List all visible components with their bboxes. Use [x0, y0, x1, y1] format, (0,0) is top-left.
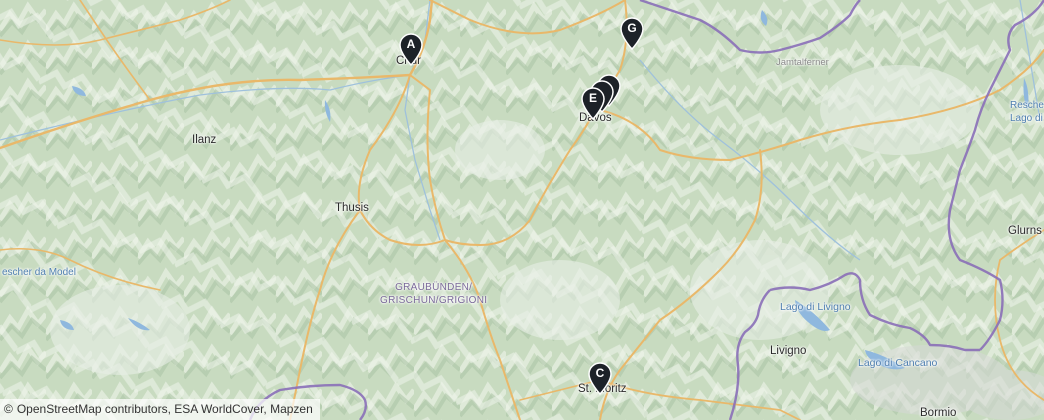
marker-label-c: C: [595, 366, 605, 380]
lake-label-cancano: Lago di Cancano: [858, 357, 938, 369]
reschen-line-2: Lago di: [1010, 112, 1043, 124]
place-label-thusis: Thusis: [335, 202, 369, 214]
map-marker-g[interactable]: G: [619, 17, 645, 51]
attribution-text[interactable]: OpenStreetMap contributors, ESA WorldCov…: [17, 402, 313, 416]
map-marker-a[interactable]: A: [398, 33, 424, 67]
map-view[interactable]: Chur Ilanz Thusis Davos St. Moritz Livig…: [0, 0, 1044, 420]
marker-label-g: G: [627, 21, 637, 35]
marker-label-a: A: [406, 37, 416, 51]
region-label-graubuenden: GRAUBÜNDEN/ GRISCHUN/GRIGIONI: [380, 282, 487, 307]
map-marker-e[interactable]: E: [580, 87, 606, 121]
place-label-ilanz: Ilanz: [192, 134, 217, 146]
place-label-bormio: Bormio: [920, 407, 957, 419]
glacier-label-jamtalferner: Jamtalferner: [776, 57, 829, 68]
region-label-line-1: GRAUBÜNDEN/: [395, 282, 473, 293]
lake-label-livigno: Lago di Livigno: [780, 301, 851, 313]
place-label-reschen: Rescher Lago di: [1010, 100, 1044, 125]
reschen-line-1: Rescher: [1010, 100, 1044, 111]
lake-label-model: escher da Model: [2, 267, 76, 278]
place-label-livigno: Livigno: [770, 345, 807, 357]
map-attribution: © OpenStreetMap contributors, ESA WorldC…: [0, 399, 320, 420]
region-label-line-2: GRISCHUN/GRIGIONI: [380, 294, 488, 306]
copyright-symbol: ©: [4, 402, 13, 416]
map-marker-c[interactable]: C: [587, 362, 613, 396]
place-label-glurns: Glurns: [1008, 225, 1042, 237]
marker-label-e: E: [588, 91, 597, 105]
